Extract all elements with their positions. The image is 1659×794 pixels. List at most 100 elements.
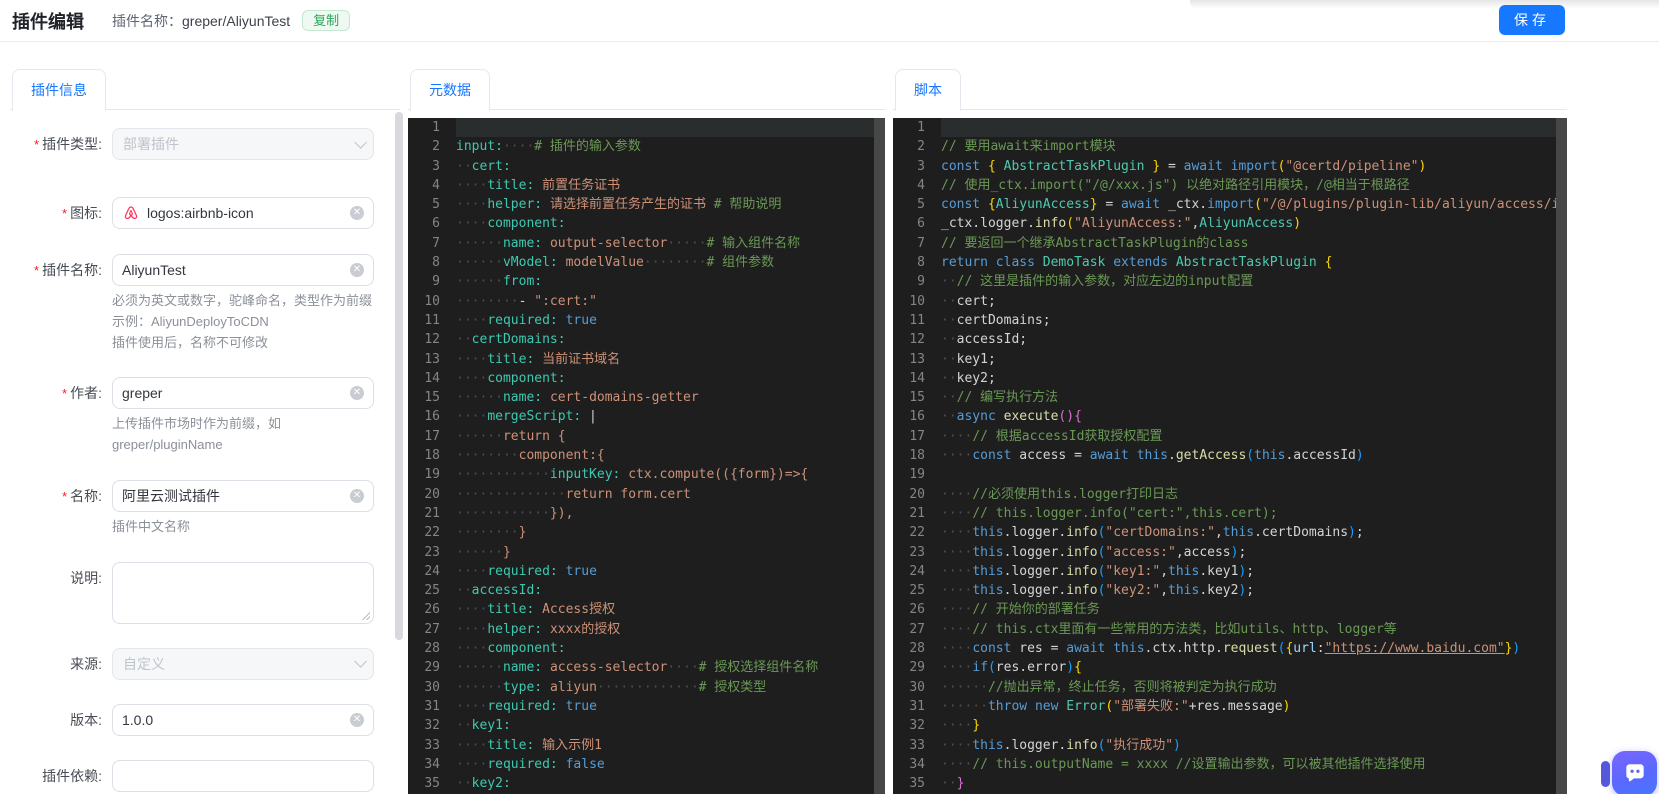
code-line: 32 ··key1: [408,716,885,735]
source-value: 自定义 [123,655,165,672]
code-line: 3 const { AbstractTaskPlugin } = await im… [893,157,1567,176]
code-line: 30 ······type: aliyun·············# 授权类型 [408,678,885,697]
clear-icon[interactable]: ✕ [350,712,364,727]
chevron-down-icon [354,135,367,149]
tab-metadata[interactable]: 元数据 [410,69,490,111]
code-line: 12 ··accessId; [893,330,1567,349]
code-line: 15 ······name: cert-domains-getter [408,388,885,407]
dependencies-input[interactable] [122,767,364,784]
code-line: 18 ····const access = await this.getAcces… [893,446,1567,465]
line-number: 23 [909,544,925,560]
plugin-type-select[interactable]: 部署插件 [112,128,374,160]
save-button[interactable]: 保存 [1499,5,1565,35]
required-mark: * [62,206,68,221]
code-line: 11 ··certDomains; [893,311,1567,330]
metadata-panel: 元数据 1 2 input:····# 插件的输入参数 3 ··cert: 4 ····ti… [408,64,885,794]
line-number: 9 [432,274,440,290]
clear-icon[interactable]: ✕ [350,206,364,220]
chat-button[interactable] [1612,751,1657,794]
chat-widget-handle[interactable] [1601,761,1610,787]
code-line: 16 ··async execute(){ [893,407,1567,426]
field-plugin-type: * 插件类型: 部署插件 [10,128,400,161]
code-line: 31 ······throw new Error("部署失败:"+res.mess… [893,697,1567,716]
line-number: 8 [917,255,925,271]
line-number: 33 [909,737,925,753]
code-line: 26 ····// 开始你的部署任务 [893,600,1567,619]
code-line: 22 ········} [408,523,885,542]
icon-input[interactable] [147,205,350,221]
code-line: 18 ········component:{ [408,446,885,465]
plugin-name-input[interactable] [122,262,350,278]
resize-handle-icon[interactable] [360,609,370,620]
code-line: 2// 要用await来import模块 [893,137,1567,156]
code-line: 28 ····const res = await this.ctx.http.re… [893,639,1567,658]
plugin-info-form: * 插件类型: 部署插件 * 图标: logos:airbnb-icon ✕ *… [10,110,400,794]
copy-button[interactable]: 复制 [302,10,351,31]
line-number: 21 [424,505,440,521]
clear-icon[interactable]: ✕ [350,488,364,503]
metadata-code-editor[interactable]: 1 2 input:····# 插件的输入参数 3 ··cert: 4 ····title:… [408,118,885,794]
left-panel-scrollbar[interactable] [395,112,403,640]
tab-plugin-info[interactable]: 插件信息 [12,69,106,111]
line-number: 32 [909,718,925,734]
line-number: 34 [909,756,925,772]
editor-scrollbar[interactable] [1556,118,1567,794]
clear-icon[interactable]: ✕ [350,386,364,401]
code-line: 8 return class DemoTask extends AbstractT… [893,253,1567,272]
author-helper: 上传插件市场时作为前缀，如 greper/pluginName [112,416,282,453]
clear-icon[interactable]: ✕ [350,263,364,277]
code-line: 33 ····title: 输入示例1 [408,736,885,755]
code-line: 28 ····component: [408,639,885,658]
code-line: 4// 使用_ctx.import("/@/xxx.js") 以绝对路径引用模块… [893,176,1567,195]
line-number: 34 [424,756,440,772]
line-number: 3 [917,158,925,174]
middle-tab-row: 元数据 [408,64,885,111]
line-number: 30 [909,679,925,695]
version-input-wrap: ✕ [112,703,374,736]
line-number: 10 [909,293,925,309]
code-line: 9 ······from: [408,272,885,291]
title-input[interactable] [122,487,350,504]
line-number: 4 [917,177,925,193]
script-code-editor[interactable]: 1 2// 要用await来import模块 3 const { AbstractTa… [893,118,1567,794]
left-tab-row: 插件信息 [10,64,400,111]
line-number: 11 [909,312,925,328]
line-number: 28 [424,641,440,657]
version-input[interactable] [122,711,350,728]
field-author: *作者: ✕ 上传插件市场时作为前缀，如 greper/pluginName [10,377,400,456]
line-number: 3 [432,158,440,174]
tab-script[interactable]: 脚本 [895,69,961,111]
line-number: 18 [909,448,925,464]
code-line: 6 ····component: [408,214,885,233]
code-line: 16 ····mergeScript: | [408,407,885,426]
line-number: 32 [424,718,440,734]
line-number: 23 [424,544,440,560]
line-number: 25 [424,583,440,599]
line-number: 31 [909,698,925,714]
code-line: 19 ············inputKey: ctx.compute(({fo… [408,465,885,484]
editor-scrollbar[interactable] [874,118,885,794]
author-label: 作者: [70,385,102,402]
plugin-editor-page: 插件编辑 插件名称： greper/AliyunTest 复制 保存 插件信息 … [0,0,1659,794]
description-textarea[interactable] [113,562,373,623]
required-mark: * [34,263,40,278]
author-input[interactable] [122,385,350,402]
icon-label: 图标: [70,205,102,221]
code-line: 24 ····this.logger.info("key1:",this.key1… [893,562,1567,581]
plugin-name-field-label: 插件名称: [42,262,102,278]
line-number: 6 [432,216,440,232]
line-number: 1 [917,120,925,135]
code-line: 23 ····this.logger.info("access:",access)… [893,543,1567,562]
line-number: 1 [432,120,440,135]
code-line: 32 ····} [893,716,1567,735]
code-line: 35 ··} [893,774,1567,793]
field-version: 版本: ✕ [10,703,400,736]
line-number: 8 [432,255,440,271]
description-textarea-wrap [112,561,374,624]
line-number: 35 [909,776,925,792]
line-number: 15 [424,390,440,406]
code-line: 35 ··key2: [408,774,885,793]
code-line: 12 ··certDomains: [408,330,885,349]
line-number: 9 [917,274,925,290]
source-select[interactable]: 自定义 [112,647,374,680]
